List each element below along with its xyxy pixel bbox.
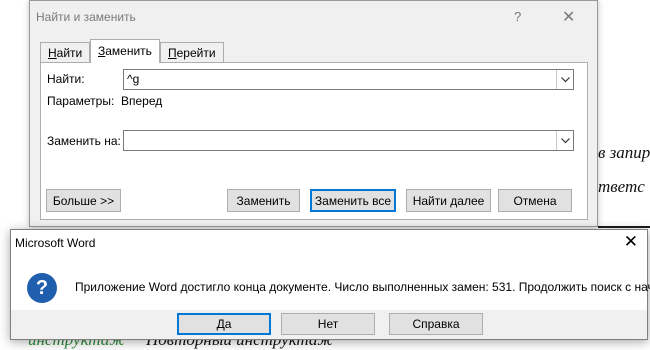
replace-button[interactable]: Заменить: [227, 189, 300, 212]
cancel-button[interactable]: Отмена: [498, 189, 572, 212]
document-underline: [598, 226, 650, 228]
question-icon: ?: [27, 273, 57, 303]
replace-input[interactable]: [123, 130, 574, 151]
options-value: Вперед: [121, 94, 163, 108]
find-input[interactable]: ^g: [123, 69, 574, 90]
close-icon[interactable]: ✕: [562, 7, 575, 27]
help-icon[interactable]: ?: [514, 9, 521, 24]
document-text-fragment: в запир: [598, 143, 650, 162]
tab-find[interactable]: Найти: [40, 42, 90, 62]
message-box: Microsoft Word ✕ ? Приложение Word дости…: [10, 229, 650, 340]
yes-button[interactable]: Да: [177, 313, 271, 335]
replace-all-button[interactable]: Заменить все: [310, 189, 396, 212]
find-input-value: ^g: [127, 72, 140, 86]
chevron-down-icon[interactable]: [556, 70, 573, 89]
help-button[interactable]: Справка: [389, 313, 483, 335]
tab-goto[interactable]: Перейти: [160, 42, 224, 62]
dialog-title: Найти и заменить: [36, 10, 136, 24]
find-next-button[interactable]: Найти далее: [406, 189, 491, 212]
close-icon[interactable]: ✕: [624, 232, 638, 252]
chevron-down-icon[interactable]: [556, 131, 573, 150]
replace-panel: Найти: ^g Параметры: Вперед Заменить на:…: [40, 62, 588, 220]
message-text: Приложение Word достигло конца документе…: [75, 280, 650, 294]
message-box-footer: Да Нет Справка: [11, 310, 647, 339]
replace-label: Заменить на:: [47, 134, 121, 148]
find-replace-dialog: Найти и заменить ? ✕ Найти Заменить Пере…: [29, 0, 598, 227]
tab-replace[interactable]: Заменить: [90, 39, 160, 63]
options-label: Параметры:: [47, 94, 115, 108]
more-button[interactable]: Больше >>: [46, 189, 121, 212]
message-box-title: Microsoft Word: [15, 236, 96, 250]
document-text-fragment: тветс: [598, 177, 645, 196]
find-label: Найти:: [47, 72, 85, 86]
no-button[interactable]: Нет: [281, 313, 375, 335]
